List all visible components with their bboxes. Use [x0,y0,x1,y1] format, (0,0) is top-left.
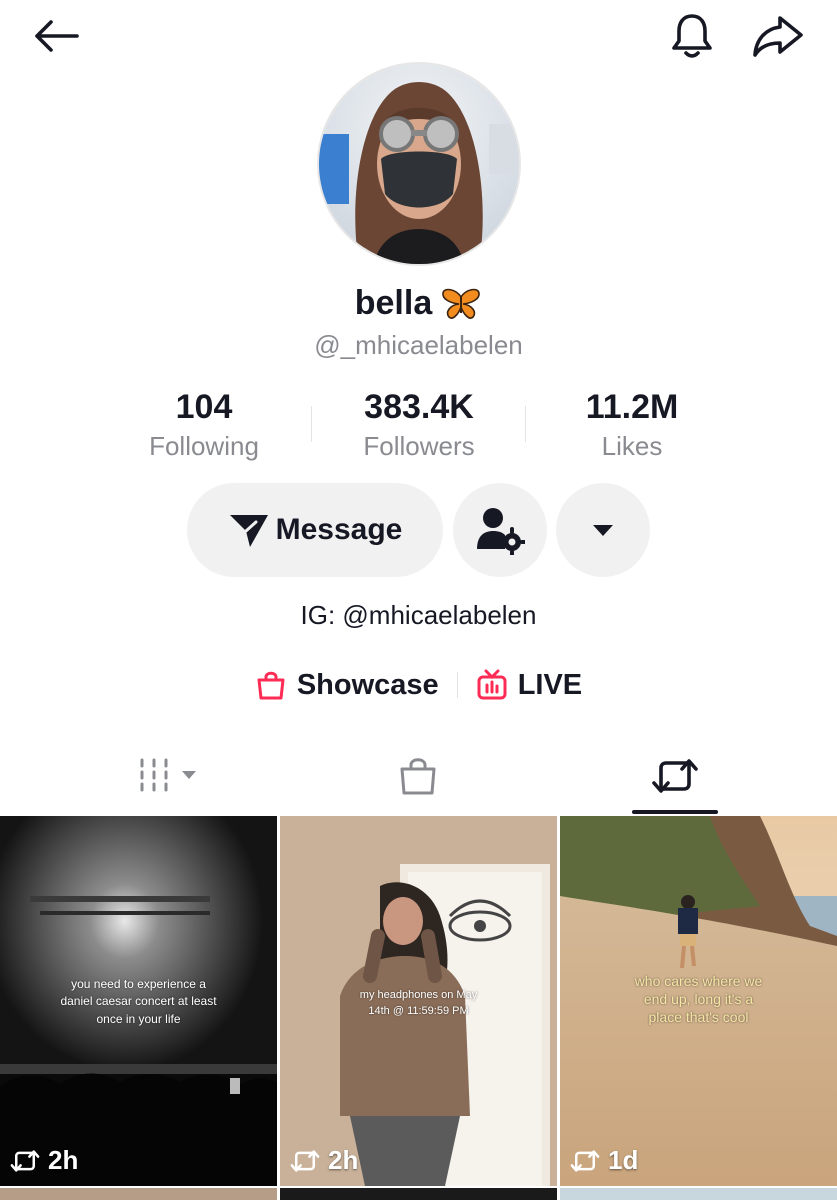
video-thumbnail[interactable] [560,1188,837,1200]
video-caption: who cares where we end up, long it's a p… [634,973,763,1026]
video-caption: you need to experience a daniel caesar c… [60,977,217,1026]
video-thumbnail[interactable] [280,1188,557,1200]
stat-divider [525,406,526,442]
message-button[interactable]: Message [187,483,443,577]
showcase-label: Showcase [296,668,439,701]
action-row: Message [0,483,837,577]
stat-value: 104 [175,388,233,426]
tab-videos[interactable] [120,740,220,812]
link-divider [456,672,458,698]
video-caption: my headphones on May 14th @ 11:59:59 PM [359,989,478,1017]
paper-plane-icon [229,515,268,547]
user-settings-button[interactable] [453,483,547,577]
share-button[interactable] [748,8,808,64]
back-button[interactable] [28,12,84,60]
tv-icon [477,669,507,700]
video-grid: you need to experience a daniel caesar c… [0,816,837,1200]
stat-followers[interactable]: 383.4K Followers [319,388,519,462]
user-gear-icon [477,508,525,555]
stats-row: 104 Following 383.4K Followers 11.2M Lik… [100,388,740,468]
stat-label: Likes [601,431,663,461]
butterfly-icon [442,288,481,319]
shopping-bag-icon [400,758,436,795]
stat-divider [311,406,312,442]
bell-icon [672,14,712,58]
tab-reposts[interactable] [632,740,718,812]
grid-columns-icon [140,758,196,792]
video-thumbnail[interactable]: my headphones on May 14th @ 11:59:59 PM … [280,816,557,1186]
stat-label: Followers [363,431,475,461]
stat-following[interactable]: 104 Following [104,388,304,462]
live-label: LIVE [517,668,583,701]
video-thumbnail[interactable]: who cares where we end up, long it's a p… [560,816,837,1186]
content-tabs [0,740,837,816]
arrow-left-icon [35,20,79,52]
repost-icon [652,759,698,793]
caret-down-icon [593,525,613,536]
video-meta: 2h [10,1145,78,1176]
profile-handle: @_mhicaelabelen [314,330,523,360]
more-options-button[interactable] [556,483,650,577]
profile-bio: IG: @mhicaelabelen [300,600,537,630]
video-thumbnail[interactable] [0,1188,277,1200]
repost-icon [570,1149,600,1172]
message-label: Message [275,513,403,546]
video-meta: 1d [570,1145,638,1176]
avatar[interactable] [317,62,521,266]
video-time: 2h [48,1145,79,1175]
video-time: 2h [328,1145,359,1175]
avatar-photo [319,64,519,264]
notifications-button[interactable] [664,8,720,64]
share-arrow-icon [753,16,803,57]
profile-name: bella [354,284,433,322]
profile-links: Showcase LIVE [0,663,837,707]
tab-shop[interactable] [378,740,458,812]
video-time: 1d [608,1145,639,1175]
name-row: bella [0,284,837,323]
video-meta: 2h [290,1145,358,1176]
stat-value: 383.4K [364,388,474,426]
stat-label: Following [149,431,259,461]
live-link[interactable]: LIVE [476,669,582,702]
video-thumbnail[interactable]: you need to experience a daniel caesar c… [0,816,277,1186]
repost-icon [290,1149,320,1172]
showcase-link[interactable]: Showcase [255,669,439,702]
repost-icon [10,1149,40,1172]
active-tab-indicator [632,810,718,814]
stat-value: 11.2M [585,388,679,426]
stat-likes[interactable]: 11.2M Likes [532,388,732,462]
shopping-bag-icon [257,671,285,700]
